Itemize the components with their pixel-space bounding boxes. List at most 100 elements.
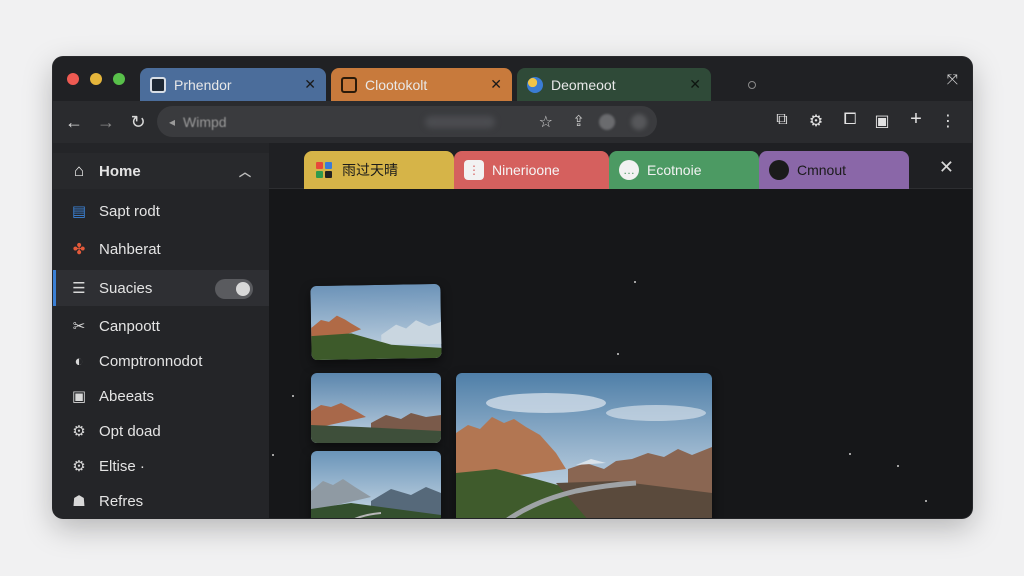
puzzle-icon[interactable]: ⧉ xyxy=(771,111,793,129)
back-icon[interactable]: ← xyxy=(61,109,87,135)
content-tab-1[interactable]: 雨过天晴 xyxy=(304,151,454,189)
close-icon[interactable]: ✕ xyxy=(939,157,954,178)
tab-close-icon[interactable]: ✕ xyxy=(689,76,701,93)
content-tab-label: Ninerioone xyxy=(492,162,560,178)
decorative-dot xyxy=(272,454,274,456)
forward-icon[interactable]: → xyxy=(93,109,119,135)
browser-window: Prhendor ✕ Clootokolt ✕ Deomeoot ✕ ⤧ ← →… xyxy=(53,57,972,518)
add-icon[interactable]: + xyxy=(905,108,927,131)
site-info-icon[interactable]: ◂ xyxy=(169,115,175,129)
tools-icon: ✂ xyxy=(72,318,86,335)
more-menu-icon[interactable]: ⋮ xyxy=(937,111,959,131)
tab-label: Clootokolt xyxy=(365,76,428,93)
home-icon: ⌂ xyxy=(73,161,85,180)
list-icon: ☰ xyxy=(72,280,86,297)
bag-icon: ▣ xyxy=(71,388,87,405)
address-text[interactable]: Wimpd xyxy=(183,114,227,130)
mountain-landscape-image xyxy=(311,451,441,518)
browser-tab-2[interactable]: Clootokolt ✕ xyxy=(331,68,512,101)
profile-icon[interactable] xyxy=(631,114,647,130)
main-content: 雨过天晴 ⋮ Ninerioone … Ecotnoie Cmnout ✕ xyxy=(269,143,972,518)
tab-close-icon[interactable]: ✕ xyxy=(304,76,316,93)
mountain-landscape-image xyxy=(310,283,442,361)
gear-icon[interactable]: ⚙ xyxy=(805,111,827,131)
decorative-dot xyxy=(925,500,927,502)
grid-icon xyxy=(314,160,334,180)
title-bar: Prhendor ✕ Clootokolt ✕ Deomeoot ✕ ⤧ xyxy=(53,57,972,101)
address-bar[interactable]: ◂ Wimpd ☆ ⇪ xyxy=(157,106,657,137)
mountain-landscape-image xyxy=(456,373,712,518)
list-icon: ⋮ xyxy=(464,160,484,180)
gallery-image-3[interactable] xyxy=(311,451,441,518)
content-tab-strip: 雨过天晴 ⋮ Ninerioone … Ecotnoie Cmnout ✕ xyxy=(269,143,972,189)
new-tab-button[interactable] xyxy=(748,81,756,89)
sidebar-item-label: Sapt rodt xyxy=(99,202,160,220)
chevron-up-icon[interactable]: ︿ xyxy=(239,163,251,180)
maximize-window-button[interactable] xyxy=(113,73,125,85)
sidebar-item-label: Suacies xyxy=(99,279,153,297)
sidebar-item-label: Abeeats xyxy=(99,387,155,405)
tab-close-icon[interactable]: ✕ xyxy=(490,76,502,93)
sidebar-item-label: Nahberat xyxy=(99,240,161,258)
notification-icon[interactable]: ⧠ xyxy=(839,111,861,129)
address-blurred-text xyxy=(425,116,495,128)
content-tab-3[interactable]: … Ecotnoie xyxy=(609,151,759,189)
sidebar-item-label: Canpoott xyxy=(99,317,160,335)
reload-icon[interactable]: ↻ xyxy=(125,109,151,135)
sidebar-item-5[interactable]: ◐ Comptronnodot xyxy=(53,343,269,379)
sidebar: ⌂ Home ︿ ▤ Sapt rodt ✤ Nahberat ☰ Suacie… xyxy=(53,143,269,518)
decorative-dot xyxy=(849,453,851,455)
sidebar-item-3[interactable]: ☰ Suacies xyxy=(53,270,269,306)
fullscreen-icon[interactable]: ⤧ xyxy=(947,71,958,88)
content-tab-4[interactable]: Cmnout xyxy=(759,151,909,189)
bookmark-star-icon[interactable]: ☆ xyxy=(539,112,553,132)
extension-icon[interactable] xyxy=(599,114,615,130)
content-tab-label: 雨过天晴 xyxy=(342,162,398,178)
sidebar-item-label: Comptronnodot xyxy=(99,352,203,370)
sidebar-item-2[interactable]: ✤ Nahberat xyxy=(53,231,269,267)
content-tab-label: Ecotnoie xyxy=(647,162,702,178)
decorative-dot xyxy=(617,353,619,355)
sidebar-item-7[interactable]: ⚙ Opt doad xyxy=(53,413,269,449)
users-icon: ☗ xyxy=(72,493,86,510)
document-icon: ▤ xyxy=(71,203,87,220)
gallery-image-featured[interactable] xyxy=(456,373,712,518)
sidebar-item-label: Eltise · xyxy=(99,457,145,475)
settings-icon: ⚙ xyxy=(72,458,86,475)
gallery-image-1[interactable] xyxy=(310,283,442,361)
decorative-dot xyxy=(292,395,294,397)
decorative-dot xyxy=(634,281,636,283)
toolbar: ← → ↻ ◂ Wimpd ☆ ⇪ ⧉ ⚙ ⧠ ▣ + ⋮ xyxy=(53,101,972,143)
close-window-button[interactable] xyxy=(67,73,79,85)
avatar-icon xyxy=(769,160,789,180)
gallery-image-2[interactable] xyxy=(311,373,441,443)
sidebar-item-4[interactable]: ✂ Canpoott xyxy=(53,308,269,344)
chat-icon[interactable]: ▣ xyxy=(871,111,893,131)
sidebar-item-label: Refres xyxy=(99,492,144,510)
pinwheel-icon: ✤ xyxy=(72,241,86,258)
browser-tab-3[interactable]: Deomeoot ✕ xyxy=(517,68,711,101)
compass-icon: ◐ xyxy=(74,352,84,370)
content-tab-2[interactable]: ⋮ Ninerioone xyxy=(454,151,609,189)
gear-icon: ⚙ xyxy=(72,423,86,440)
chat-icon: … xyxy=(619,160,639,180)
share-icon[interactable]: ⇪ xyxy=(572,112,585,130)
content-tab-label: Cmnout xyxy=(797,162,847,178)
square-icon xyxy=(341,76,357,93)
mountain-landscape-image xyxy=(311,373,441,443)
sidebar-toggle[interactable] xyxy=(215,279,253,299)
sidebar-item-label: Opt doad xyxy=(99,422,161,440)
tab-label: Prhendor xyxy=(174,76,232,93)
browser-tab-1[interactable]: Prhendor ✕ xyxy=(140,68,326,101)
minimize-window-button[interactable] xyxy=(90,73,102,85)
sidebar-item-1[interactable]: ▤ Sapt rodt xyxy=(53,193,269,229)
sidebar-item-9[interactable]: ☗ Refres xyxy=(53,483,269,518)
sidebar-item-8[interactable]: ⚙ Eltise · xyxy=(53,448,269,484)
document-icon xyxy=(150,76,166,93)
sidebar-item-6[interactable]: ▣ Abeeats xyxy=(53,378,269,414)
globe-icon xyxy=(527,76,543,93)
sidebar-item-label: Home xyxy=(99,162,141,180)
sidebar-item-home[interactable]: ⌂ Home ︿ xyxy=(53,153,269,189)
tab-label: Deomeoot xyxy=(551,76,616,93)
decorative-dot xyxy=(897,465,899,467)
